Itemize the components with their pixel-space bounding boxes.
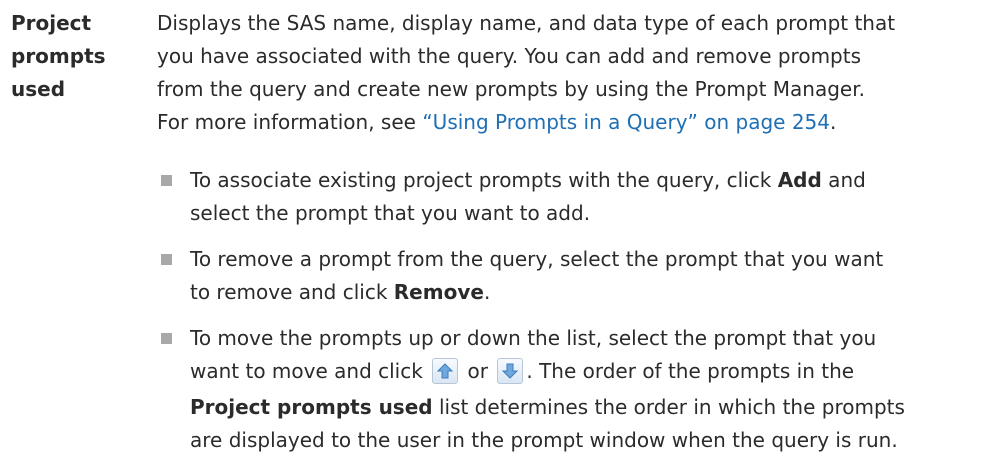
text-run: or (461, 359, 495, 383)
term-description: Displays the SAS name, display name, and… (157, 7, 977, 139)
text-run: To move the prompts up or down the list,… (190, 326, 877, 350)
description-line: from the query and create new prompts by… (157, 77, 865, 101)
arrow-up-icon (436, 363, 454, 379)
bullet-square-icon (161, 254, 172, 265)
term-line: Project (11, 11, 92, 35)
term-line: prompts (11, 44, 106, 68)
bullet-square-icon (161, 175, 172, 186)
list-item: To move the prompts up or down the list,… (157, 322, 977, 462)
text-run: . (483, 280, 491, 304)
description-paragraph: Displays the SAS name, display name, and… (157, 7, 977, 139)
text-run: To associate existing project prompts wi… (190, 168, 778, 192)
move-up-button[interactable] (432, 358, 459, 384)
description-line: For more information, see “Using Prompts… (157, 106, 977, 139)
bullet-square-icon (161, 333, 172, 344)
ui-label-add: Add (777, 168, 822, 192)
term-line: used (11, 77, 66, 101)
description-line: you have associated with the query. You … (157, 44, 862, 68)
list-item-text: To move the prompts up or down the list,… (190, 322, 980, 457)
text-run: are displayed to the user in the prompt … (190, 428, 898, 452)
text-run: . The order of the prompts in the (526, 359, 855, 383)
term-heading: Project prompts used (11, 7, 141, 106)
description-line: Displays the SAS name, display name, and… (157, 11, 896, 35)
list-item-text: To associate existing project prompts wi… (190, 164, 980, 230)
cross-reference-link[interactable]: “Using Prompts in a Query” on page 254 (422, 110, 830, 134)
text-run: list determines the order in which the p… (432, 395, 905, 419)
text-run: want to move and click (190, 359, 430, 383)
ui-label-remove: Remove (393, 280, 484, 304)
move-down-button[interactable] (497, 358, 524, 384)
arrow-down-icon (502, 363, 519, 379)
text-run: and (821, 168, 866, 192)
text-run: select the prompt that you want to add. (190, 201, 591, 225)
more-info-prefix: For more information, see (157, 110, 423, 134)
ui-label-project-prompts-used: Project prompts used (190, 395, 433, 419)
text-run: To remove a prompt from the query, selec… (190, 247, 884, 271)
text-run: to remove and click (190, 280, 394, 304)
list-item: To associate existing project prompts wi… (157, 164, 977, 230)
list-item: To remove a prompt from the query, selec… (157, 243, 977, 309)
more-info-suffix: . (830, 110, 837, 134)
list-item-text: To remove a prompt from the query, selec… (190, 243, 980, 309)
